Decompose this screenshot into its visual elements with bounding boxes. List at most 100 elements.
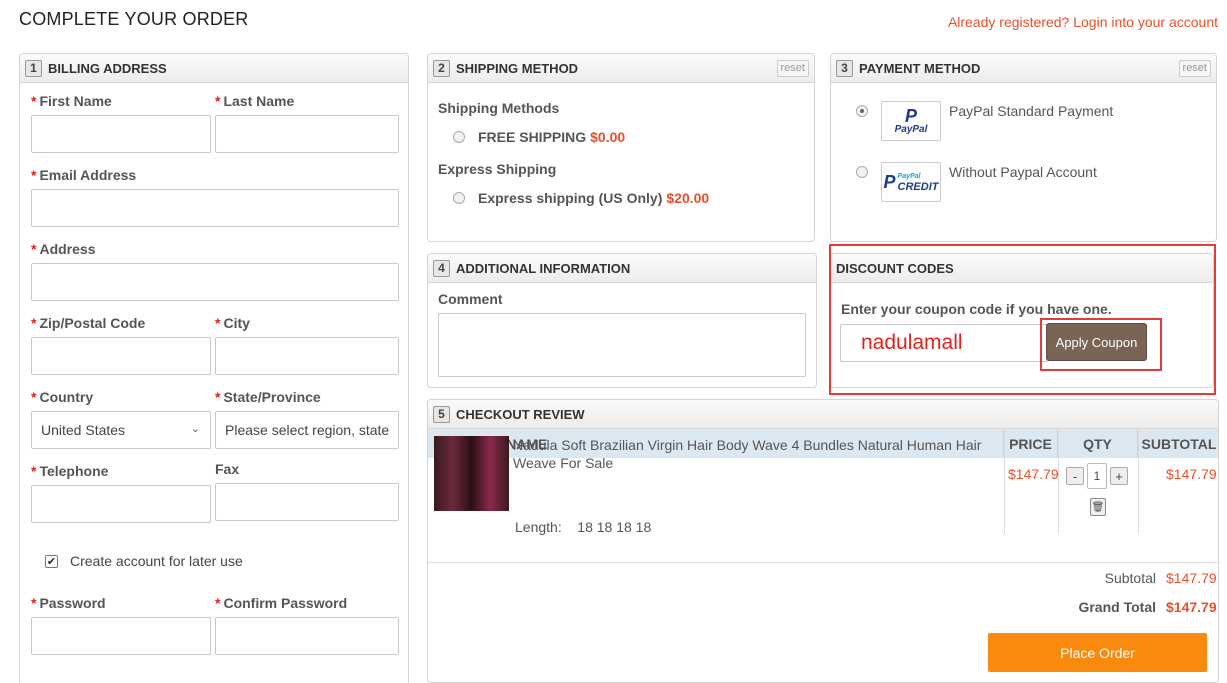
billing-address-panel: 1 BILLING ADDRESS * First Name * Last Name… xyxy=(19,53,409,683)
grand-total-value: $147.79 xyxy=(1166,599,1217,615)
password-input[interactable] xyxy=(31,617,211,655)
confirm-password-label: * Confirm Password xyxy=(215,595,348,611)
page-title: COMPLETE YOUR ORDER xyxy=(19,9,249,29)
required-mark: * xyxy=(215,315,221,331)
zip-group: * Zip/Postal Code xyxy=(31,315,211,375)
express-group-title: Express Shipping xyxy=(438,161,557,177)
apply-coupon-button[interactable]: Apply Coupon xyxy=(1046,323,1147,361)
step-number: 1 xyxy=(25,59,42,77)
required-mark: * xyxy=(31,463,37,479)
required-mark: * xyxy=(31,389,37,405)
country-label: * Country xyxy=(31,389,94,405)
free-shipping-option[interactable]: FREE SHIPPING $0.00 xyxy=(453,129,625,145)
paypal-credit-radio[interactable] xyxy=(856,166,868,178)
panel-title: ADDITIONAL INFORMATION xyxy=(456,260,631,276)
required-mark: * xyxy=(215,93,221,109)
column-divider xyxy=(1138,429,1139,534)
subtotal-label: Subtotal xyxy=(1104,570,1156,586)
col-subtotal: SUBTOTAL xyxy=(1141,435,1217,452)
zip-input[interactable] xyxy=(31,337,211,375)
fax-group: Fax xyxy=(215,461,399,521)
first-name-group: * First Name xyxy=(31,93,211,153)
free-shipping-radio[interactable] xyxy=(453,131,465,143)
comment-label: Comment xyxy=(438,291,503,307)
qty-increase-button[interactable]: + xyxy=(1110,467,1128,485)
login-link[interactable]: Already registered? Login into your acco… xyxy=(948,14,1218,30)
express-shipping-radio[interactable] xyxy=(453,192,465,204)
checkout-review-panel: 5 CHECKOUT REVIEW PRODUCT NAME PRICE QTY… xyxy=(427,399,1219,683)
shipping-reset-button[interactable]: reset xyxy=(776,60,809,77)
quantity-stepper: - 1 + xyxy=(1066,463,1128,489)
panel-title: BILLING ADDRESS xyxy=(48,60,167,76)
last-name-label: * Last Name xyxy=(215,93,295,109)
required-mark: * xyxy=(215,595,221,611)
express-shipping-option[interactable]: Express shipping (US Only) $20.00 xyxy=(453,190,709,206)
country-select[interactable]: United States ⌄ xyxy=(31,411,211,449)
qty-decrease-button[interactable]: - xyxy=(1066,467,1084,485)
telephone-label: * Telephone xyxy=(31,463,109,479)
step-number: 3 xyxy=(836,59,853,77)
panel-title: SHIPPING METHOD xyxy=(456,60,579,76)
billing-header: 1 BILLING ADDRESS xyxy=(20,54,408,83)
required-mark: * xyxy=(31,167,37,183)
product-length: Length: 18 18 18 18 xyxy=(515,519,652,535)
country-group: * Country United States ⌄ xyxy=(31,389,211,449)
email-input[interactable] xyxy=(31,189,399,227)
email-group: * Email Address xyxy=(31,167,399,227)
step-number: 5 xyxy=(433,405,450,423)
required-mark: * xyxy=(31,595,37,611)
first-name-label: * First Name xyxy=(31,93,112,109)
payment-reset-button[interactable]: reset xyxy=(1178,60,1211,77)
address-group: * Address xyxy=(31,241,399,301)
telephone-input[interactable] xyxy=(31,485,211,523)
first-name-input[interactable] xyxy=(31,115,211,153)
fax-input[interactable] xyxy=(215,483,399,521)
panel-title: CHECKOUT REVIEW xyxy=(456,406,585,422)
review-header: 5 CHECKOUT REVIEW xyxy=(428,400,1218,429)
state-group: * State/Province Please select region, st… xyxy=(215,389,399,449)
product-price: $147.79 xyxy=(1008,466,1059,482)
paypal-standard-label: PayPal Standard Payment xyxy=(949,103,1114,119)
create-account-row[interactable]: ✔ Create account for later use xyxy=(45,553,243,569)
free-shipping-label: FREE SHIPPING xyxy=(478,129,587,145)
paypal-credit-label: Without Paypal Account xyxy=(949,164,1097,180)
confirm-password-input[interactable] xyxy=(215,617,399,655)
product-name[interactable]: Nadula Soft Brazilian Virgin Hair Body W… xyxy=(513,436,998,472)
comment-textarea[interactable] xyxy=(438,313,806,377)
address-input[interactable] xyxy=(31,263,399,301)
password-label: * Password xyxy=(31,595,106,611)
grand-total-label: Grand Total xyxy=(1078,599,1156,615)
additional-info-panel: 4 ADDITIONAL INFORMATION Comment xyxy=(427,253,817,388)
create-account-checkbox[interactable]: ✔ xyxy=(45,554,58,568)
address-label: * Address xyxy=(31,241,96,257)
state-label: * State/Province xyxy=(215,389,321,405)
payment-method-panel: 3 PAYMENT METHOD reset P PayPal PayPal S… xyxy=(830,53,1217,242)
place-order-button[interactable]: Place Order xyxy=(988,633,1207,672)
qty-input[interactable]: 1 xyxy=(1087,463,1107,489)
state-placeholder: Please select region, state xyxy=(225,422,390,438)
paypal-standard-option[interactable]: P PayPal PayPal Standard Payment xyxy=(856,101,1113,141)
email-label: * Email Address xyxy=(31,167,137,183)
country-value: United States xyxy=(41,422,126,438)
paypal-credit-option[interactable]: P PayPal CREDIT Without Paypal Account xyxy=(856,162,1097,202)
shipping-header: 2 SHIPPING METHOD reset xyxy=(428,54,814,83)
column-divider xyxy=(1004,429,1005,534)
city-input[interactable] xyxy=(215,337,399,375)
required-mark: * xyxy=(31,315,37,331)
product-image[interactable] xyxy=(434,436,509,511)
additional-header: 4 ADDITIONAL INFORMATION xyxy=(428,254,816,283)
password-group: * Password xyxy=(31,595,211,655)
divider xyxy=(428,562,1218,563)
fax-label: Fax xyxy=(215,461,240,477)
panel-title: PAYMENT METHOD xyxy=(859,60,981,76)
last-name-input[interactable] xyxy=(215,115,399,153)
paypal-standard-radio[interactable] xyxy=(856,105,868,117)
trash-icon[interactable]: 🗑 xyxy=(1090,498,1106,516)
step-number: 2 xyxy=(433,59,450,77)
shipping-method-panel: 2 SHIPPING METHOD reset Shipping Methods… xyxy=(427,53,815,242)
telephone-group: * Telephone xyxy=(31,463,211,523)
state-select[interactable]: Please select region, state xyxy=(215,411,399,449)
express-shipping-price: $20.00 xyxy=(666,190,710,206)
paypal-logo-icon: P PayPal xyxy=(881,101,941,141)
subtotal-value: $147.79 xyxy=(1166,570,1217,586)
